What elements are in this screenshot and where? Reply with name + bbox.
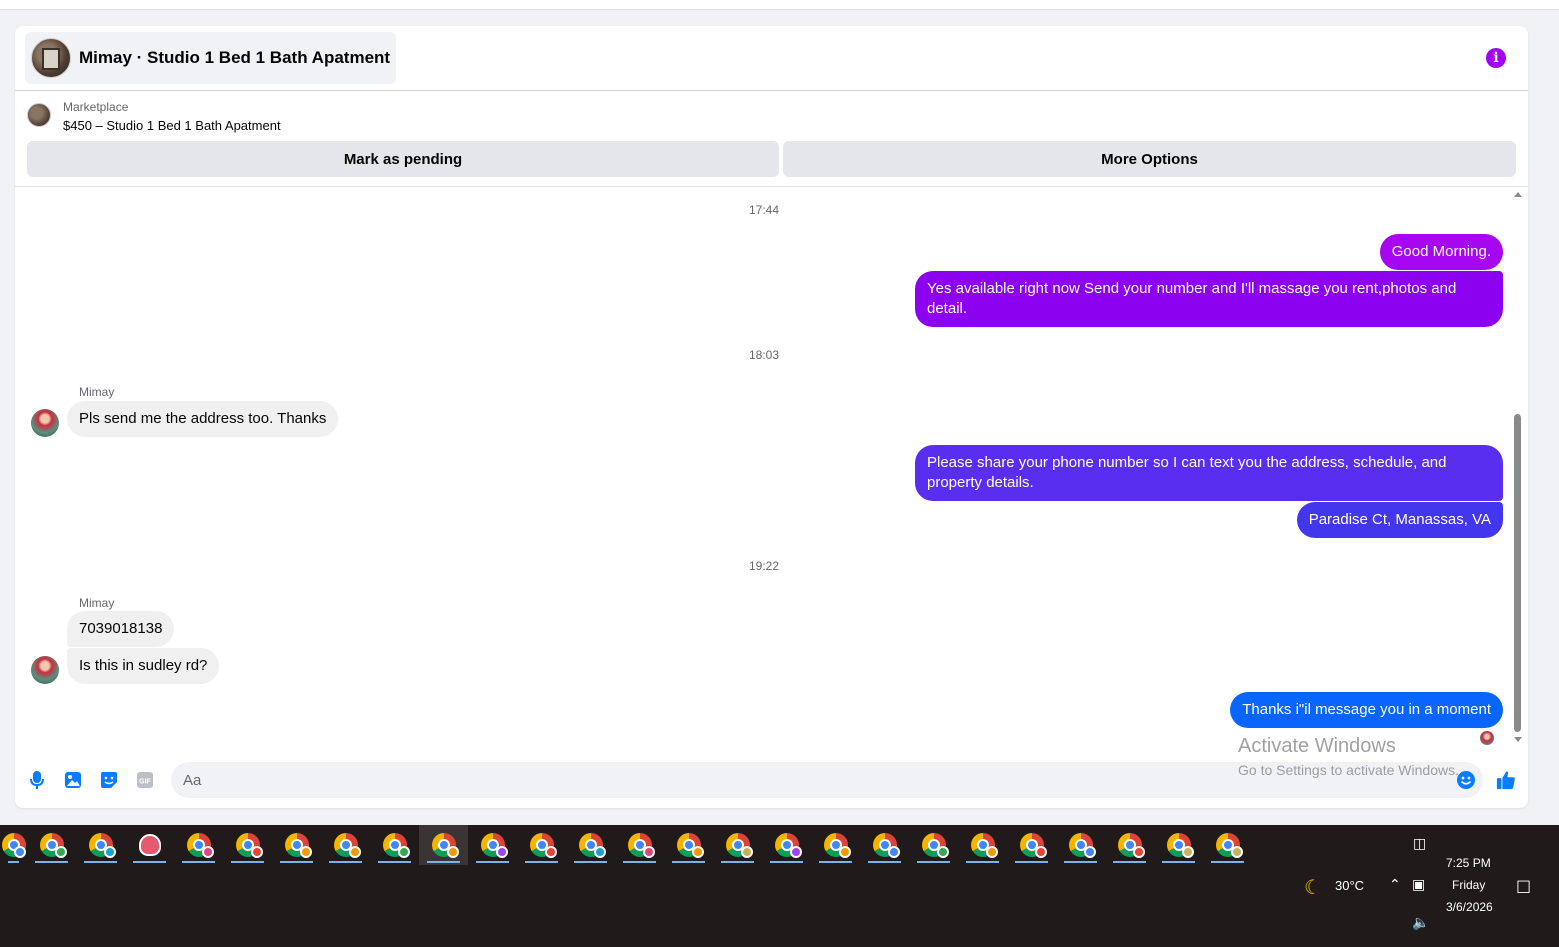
outgoing-message[interactable]: Good Morning. — [1379, 234, 1503, 270]
incoming-message[interactable]: 7039018138 — [67, 611, 175, 647]
sender-name: Mimay — [79, 596, 115, 610]
scroll-up-arrow[interactable] — [1514, 192, 1522, 197]
scroll-down-arrow[interactable] — [1514, 737, 1522, 742]
chrome-taskbar-item[interactable] — [174, 825, 223, 865]
chrome-taskbar-item[interactable] — [0, 825, 27, 865]
listing-thumbnail[interactable] — [27, 103, 51, 127]
chrome-taskbar-item[interactable] — [1105, 825, 1154, 865]
seen-receipt-avatar — [1480, 731, 1494, 745]
chrome-taskbar-item[interactable] — [1203, 825, 1252, 865]
chrome-taskbar-item[interactable] — [1007, 825, 1056, 865]
scroll-thumb[interactable] — [1514, 414, 1521, 732]
sender-name: Mimay — [79, 385, 115, 399]
contact-avatar[interactable] — [31, 656, 59, 684]
gif-icon[interactable]: GIF — [135, 770, 155, 790]
chrome-taskbar-item[interactable] — [370, 825, 419, 865]
chrome-taskbar-item[interactable] — [321, 825, 370, 865]
chrome-taskbar-item[interactable] — [860, 825, 909, 865]
chrome-taskbar-item[interactable] — [664, 825, 713, 865]
browser-top-strip — [0, 0, 1559, 10]
chrome-taskbar-item[interactable] — [1154, 825, 1203, 865]
chrome-taskbar-item[interactable] — [615, 825, 664, 865]
contact-avatar[interactable] — [31, 409, 59, 437]
message-input[interactable] — [171, 762, 1483, 798]
clock-date[interactable]: 3/6/2026 — [1446, 900, 1493, 914]
notifications-icon[interactable]: □ — [1516, 876, 1531, 895]
conversation-title-button[interactable]: Mimay · Studio 1 Bed 1 Bath Apatment — [25, 32, 397, 84]
more-options-button[interactable]: More Options — [783, 141, 1516, 177]
chrome-taskbar-item-active[interactable] — [419, 825, 468, 865]
image-icon[interactable] — [63, 770, 83, 790]
message-composer: GIF — [15, 748, 1528, 808]
thread-scrollbar[interactable] — [1513, 192, 1523, 742]
moon-weather-icon[interactable]: ☾ — [1304, 875, 1322, 899]
listing-category: Marketplace — [63, 100, 129, 114]
timestamp: 18:03 — [748, 348, 780, 362]
chrome-taskbar-item[interactable] — [27, 825, 76, 865]
chrome-taskbar-item[interactable] — [468, 825, 517, 865]
taskbar-apps — [0, 825, 1252, 865]
info-icon[interactable]: i — [1486, 48, 1506, 68]
chrome-taskbar-item[interactable] — [811, 825, 860, 865]
emoji-icon[interactable] — [1456, 770, 1476, 790]
snipping-tool-taskbar-item[interactable] — [125, 825, 174, 865]
marketplace-listing-bar: Marketplace $450 – Studio 1 Bed 1 Bath A… — [15, 91, 1528, 187]
timestamp: 17:44 — [748, 203, 780, 217]
chrome-taskbar-item[interactable] — [762, 825, 811, 865]
svg-text:GIF: GIF — [139, 779, 151, 786]
chrome-taskbar-item[interactable] — [958, 825, 1007, 865]
chrome-taskbar-item[interactable] — [1056, 825, 1105, 865]
clock-time[interactable]: 7:25 PM — [1446, 856, 1491, 870]
like-icon[interactable] — [1496, 770, 1516, 790]
outgoing-message[interactable]: Thanks i"il message you in a moment — [1230, 692, 1503, 728]
show-hidden-icons-chevron-icon[interactable]: ⌃ — [1389, 877, 1401, 893]
chrome-taskbar-item[interactable] — [272, 825, 321, 865]
weather-temperature[interactable]: 30°C — [1335, 878, 1364, 893]
timestamp: 19:22 — [748, 559, 780, 573]
outgoing-message[interactable]: Paradise Ct, Manassas, VA — [1296, 502, 1503, 538]
chrome-taskbar-item[interactable] — [566, 825, 615, 865]
outgoing-message[interactable]: Please share your phone number so I can … — [915, 445, 1503, 501]
snipping-tool-icon — [138, 834, 161, 856]
incoming-message[interactable]: Pls send me the address too. Thanks — [67, 401, 339, 437]
windows-taskbar: ◫ 7:25 PM ☾ 30°C ⌃ ▣ Friday 3/6/2026 □ 🔈 — [0, 825, 1559, 947]
sticker-icon[interactable] — [99, 770, 119, 790]
outgoing-message[interactable]: Yes available right now Send your number… — [915, 271, 1503, 327]
message-thread: 17:44 Good Morning. Yes available right … — [15, 188, 1528, 748]
messenger-panel: Mimay · Studio 1 Bed 1 Bath Apatment i M… — [15, 26, 1528, 808]
conversation-header: Mimay · Studio 1 Bed 1 Bath Apatment i — [15, 26, 1528, 91]
clock-day[interactable]: Friday — [1452, 878, 1485, 892]
conversation-title: Mimay · Studio 1 Bed 1 Bath Apatment — [79, 48, 391, 67]
listing-avatar — [31, 38, 71, 78]
chrome-taskbar-item[interactable] — [223, 825, 272, 865]
network-icon[interactable]: ▣ — [1412, 877, 1425, 893]
chrome-taskbar-item[interactable] — [909, 825, 958, 865]
incoming-message[interactable]: Is this in sudley rd? — [67, 648, 220, 684]
microphone-icon[interactable] — [27, 770, 47, 790]
volume-icon[interactable]: 🔈 — [1412, 915, 1429, 931]
chrome-taskbar-item[interactable] — [517, 825, 566, 865]
chrome-taskbar-item[interactable] — [76, 825, 125, 865]
mark-as-pending-button[interactable]: Mark as pending — [27, 141, 779, 177]
meet-now-icon[interactable]: ◫ — [1413, 836, 1426, 852]
listing-title[interactable]: $450 – Studio 1 Bed 1 Bath Apatment — [63, 118, 281, 133]
chrome-taskbar-item[interactable] — [713, 825, 762, 865]
